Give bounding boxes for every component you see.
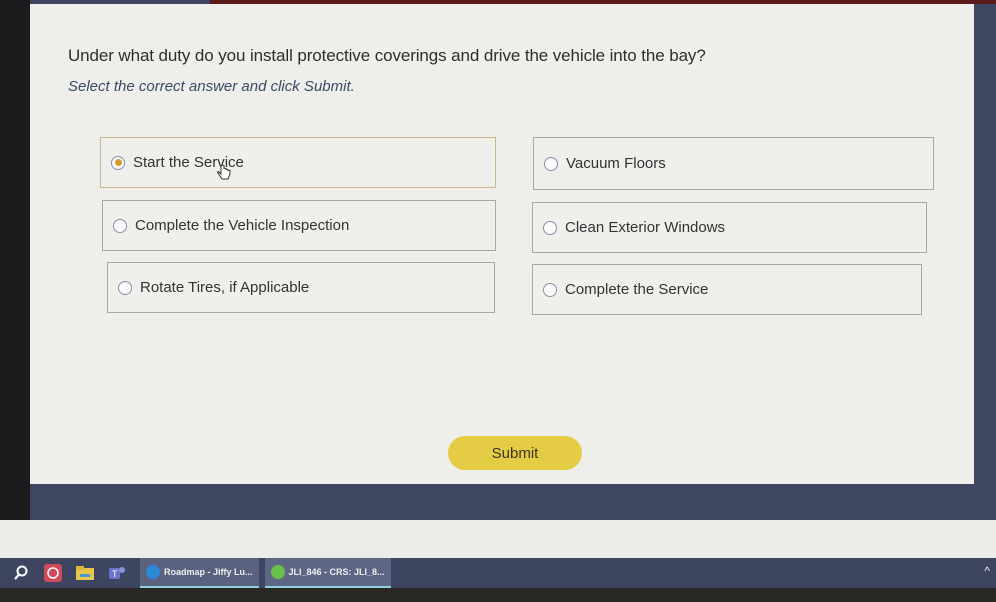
file-explorer-icon[interactable] <box>74 562 96 584</box>
option-start-the-service[interactable]: Start the Service <box>100 137 496 188</box>
radio-icon[interactable] <box>543 282 557 297</box>
submit-button[interactable]: Submit <box>448 436 582 470</box>
instruction-text: Select the correct answer and click Subm… <box>68 78 355 95</box>
option-label: Clean Exterior Windows <box>565 219 726 236</box>
taskbar-app-crs[interactable]: JLI_846 - CRS: JLI_8... <box>264 558 391 588</box>
option-complete-the-service[interactable]: Complete the Service <box>532 264 922 315</box>
monitor-bezel-bottom <box>0 588 996 602</box>
radio-selected-icon[interactable] <box>111 155 125 170</box>
app-red-icon[interactable] <box>42 562 64 584</box>
taskbar-app-roadmap[interactable]: Roadmap - Jiffy Lu... <box>140 558 259 588</box>
radio-icon[interactable] <box>113 218 127 233</box>
option-label: Rotate Tires, if Applicable <box>140 279 310 296</box>
radio-icon[interactable] <box>544 156 558 171</box>
svg-text:T: T <box>112 569 118 579</box>
option-vacuum-floors[interactable]: Vacuum Floors <box>533 137 934 190</box>
option-label: Complete the Service <box>565 281 709 298</box>
quiz-panel: Under what duty do you install protectiv… <box>30 4 974 484</box>
edge-icon <box>146 565 160 579</box>
radio-icon[interactable] <box>118 280 132 295</box>
lower-page-area <box>0 520 996 558</box>
monitor-bezel-left <box>0 0 30 560</box>
hand-cursor-icon <box>217 164 231 180</box>
taskbar-app-label: JLI_846 - CRS: JLI_8... <box>288 567 385 577</box>
option-clean-exterior-windows[interactable]: Clean Exterior Windows <box>532 202 927 253</box>
taskbar-app-label: Roadmap - Jiffy Lu... <box>164 567 253 577</box>
radio-dot-icon <box>114 159 122 166</box>
option-label: Vacuum Floors <box>566 155 666 172</box>
tray-chevron-icon[interactable]: ^ <box>984 564 990 578</box>
option-complete-vehicle-inspection[interactable]: Complete the Vehicle Inspection <box>102 200 496 251</box>
question-text: Under what duty do you install protectiv… <box>68 46 706 65</box>
windows-taskbar: T Roadmap - Jiffy Lu... JLI_846 - CRS: J… <box>0 558 996 588</box>
green-app-icon <box>270 565 285 579</box>
option-rotate-tires[interactable]: Rotate Tires, if Applicable <box>107 262 495 313</box>
teams-icon[interactable]: T <box>106 562 128 584</box>
search-icon[interactable] <box>10 562 32 584</box>
option-label: Complete the Vehicle Inspection <box>135 217 350 234</box>
radio-icon[interactable] <box>543 220 557 235</box>
